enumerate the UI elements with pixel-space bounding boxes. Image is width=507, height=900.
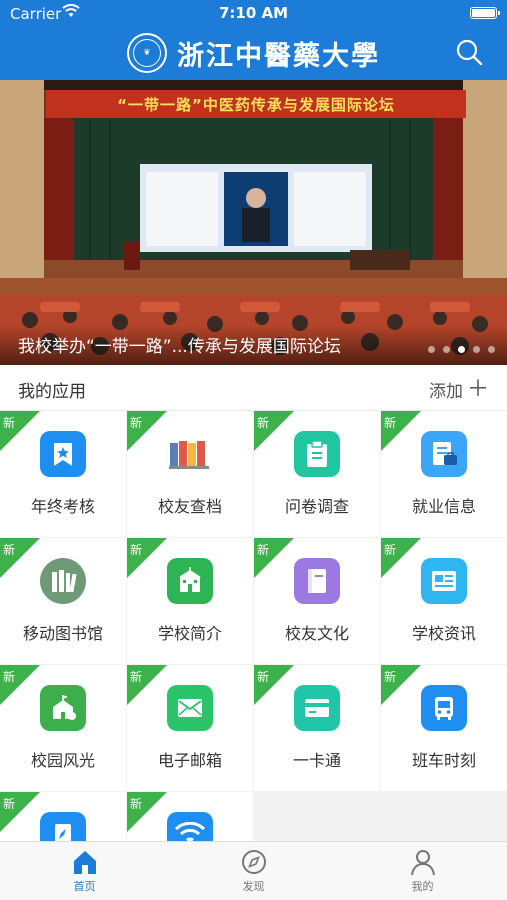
app-tile[interactable]: 新 xyxy=(0,792,126,841)
school-building-icon xyxy=(167,558,213,604)
app-tile[interactable]: 新年终考核 xyxy=(0,411,126,537)
star-bookmark-icon xyxy=(40,431,86,477)
section-title: 我的应用 xyxy=(18,382,86,402)
books-icon xyxy=(40,558,86,604)
banner-carousel[interactable]: “一带一路”中医药传承与发展国际论坛 我校举办“一带一路”...传承与发展国际论… xyxy=(0,80,507,365)
binders-icon xyxy=(167,431,213,477)
compass-doc-icon xyxy=(40,812,86,841)
tab-label: 首页 xyxy=(73,880,96,893)
new-badge-text: 新 xyxy=(3,543,16,557)
university-logo: ❦ 浙江中醫藥大學 xyxy=(0,30,507,76)
banner-caption: 我校举办“一带一路”...传承与发展国际论坛 xyxy=(0,325,507,365)
app-header: Carrier 7:10 AM ❦ 浙江中醫藥大學 xyxy=(0,0,507,80)
card-icon xyxy=(294,685,340,731)
app-label: 移动图书馆 xyxy=(22,624,103,643)
new-badge-text: 新 xyxy=(257,543,270,557)
university-seal-icon: ❦ xyxy=(127,33,167,73)
app-label: 一卡通 xyxy=(292,751,341,770)
my-apps-header: 我的应用 添加 ＋ xyxy=(0,365,507,411)
carousel-indicator xyxy=(428,346,495,353)
app-tile[interactable]: 新校友文化 xyxy=(254,538,380,664)
tab-label: 我的 xyxy=(411,880,434,893)
new-badge-text: 新 xyxy=(130,670,143,684)
new-badge-text: 新 xyxy=(257,670,270,684)
bus-icon xyxy=(421,685,467,731)
app-label: 校友查档 xyxy=(157,497,222,516)
new-badge-text: 新 xyxy=(384,543,397,557)
app-tile[interactable]: 新移动图书馆 xyxy=(0,538,126,664)
plus-icon: ＋ xyxy=(466,376,489,402)
battery-icon xyxy=(470,7,500,19)
campus-icon xyxy=(40,685,86,731)
book-icon xyxy=(294,558,340,604)
app-label: 问卷调查 xyxy=(284,497,349,516)
carousel-dot[interactable] xyxy=(488,346,495,353)
new-badge-text: 新 xyxy=(130,797,143,811)
app-tile[interactable]: 新校园风光 xyxy=(0,665,126,791)
app-tile[interactable]: 新学校资讯 xyxy=(381,538,507,664)
app-label: 校友文化 xyxy=(284,624,349,643)
newspaper-icon xyxy=(421,558,467,604)
banner-backdrop-text: “一带一路”中医药传承与发展国际论坛 xyxy=(46,90,466,118)
clipboard-icon xyxy=(294,431,340,477)
tab-discover[interactable]: 发现 xyxy=(169,842,338,900)
carousel-dot[interactable] xyxy=(443,346,450,353)
new-badge-text: 新 xyxy=(130,543,143,557)
home-icon xyxy=(73,851,96,874)
app-tile[interactable]: 新就业信息 xyxy=(381,411,507,537)
new-badge-text: 新 xyxy=(3,416,16,430)
carousel-dot[interactable] xyxy=(428,346,435,353)
wifi-icon xyxy=(167,812,213,841)
app-label: 电子邮箱 xyxy=(157,751,222,770)
add-app-button[interactable]: 添加 ＋ xyxy=(429,377,489,402)
tab-bar: 首页 发现 我的 xyxy=(0,841,507,900)
page-title: 浙江中醫藥大學 xyxy=(177,40,380,72)
resume-briefcase-icon xyxy=(421,431,467,477)
app-grid: 新年终考核新校友查档新问卷调查新就业信息新移动图书馆新学校简介新校友文化新学校资… xyxy=(0,411,507,841)
carousel-dot[interactable] xyxy=(473,346,480,353)
app-tile[interactable]: 新问卷调查 xyxy=(254,411,380,537)
new-badge-text: 新 xyxy=(130,416,143,430)
app-label: 校园风光 xyxy=(30,751,95,770)
new-badge-text: 新 xyxy=(3,670,16,684)
new-badge-text: 新 xyxy=(384,416,397,430)
new-badge-text: 新 xyxy=(3,797,16,811)
new-badge-text: 新 xyxy=(257,416,270,430)
app-tile[interactable]: 新一卡通 xyxy=(254,665,380,791)
app-label: 学校简介 xyxy=(157,624,222,643)
compass-icon xyxy=(241,850,266,874)
app-label: 学校资讯 xyxy=(411,624,476,643)
status-bar: Carrier 7:10 AM xyxy=(0,0,507,26)
new-badge-text: 新 xyxy=(384,670,397,684)
app-tile[interactable]: 新校友查档 xyxy=(127,411,253,537)
tab-label: 发现 xyxy=(242,880,265,893)
app-tile[interactable]: 新学校简介 xyxy=(127,538,253,664)
search-icon[interactable] xyxy=(455,38,483,66)
status-time: 7:10 AM xyxy=(218,4,289,22)
banner-caption-text[interactable]: 我校举办“一带一路”...传承与发展国际论坛 xyxy=(18,332,341,357)
app-label: 就业信息 xyxy=(411,497,476,516)
app-label: 班车时刻 xyxy=(411,751,476,770)
tab-home[interactable]: 首页 xyxy=(0,842,169,900)
person-icon xyxy=(410,850,435,876)
app-tile[interactable]: 新班车时刻 xyxy=(381,665,507,791)
app-tile[interactable]: 新电子邮箱 xyxy=(127,665,253,791)
app-tile[interactable]: 新 xyxy=(127,792,253,841)
tab-mine[interactable]: 我的 xyxy=(338,842,507,900)
add-label: 添加 xyxy=(428,382,463,402)
app-label: 年终考核 xyxy=(30,497,95,516)
banner-image xyxy=(0,80,507,365)
mail-icon xyxy=(167,685,213,731)
carousel-dot[interactable] xyxy=(458,346,465,353)
